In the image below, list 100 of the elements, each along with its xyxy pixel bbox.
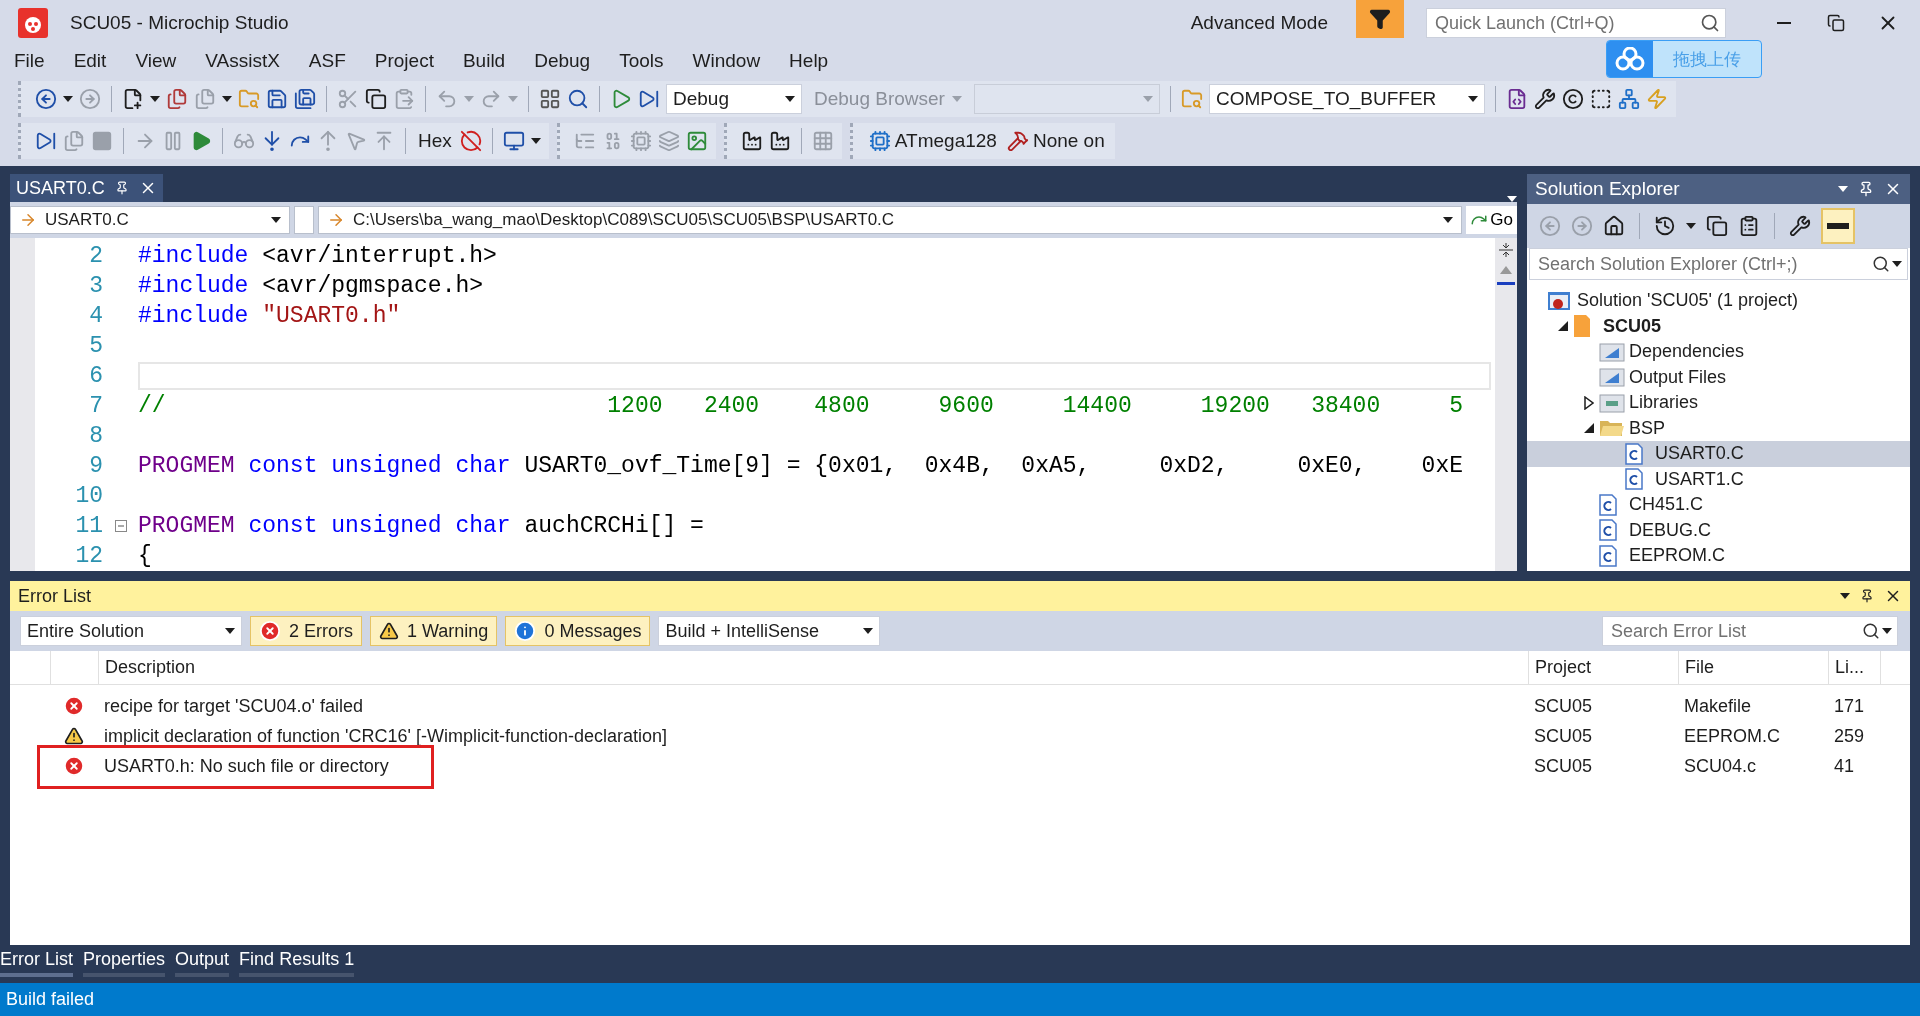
tree-item[interactable]: USART1.C [1527, 466, 1910, 492]
monitor-icon[interactable] [502, 130, 525, 152]
caret-icon [952, 96, 962, 102]
go-button[interactable]: Go [1466, 206, 1517, 234]
bar-icon [1827, 223, 1849, 229]
factory-icon[interactable] [768, 130, 791, 152]
step-icon[interactable] [35, 130, 57, 152]
hammer-icon [1006, 130, 1029, 152]
panel-tab[interactable]: Output [175, 945, 230, 977]
warning-icon [379, 621, 399, 641]
tree-item[interactable]: BSP [1527, 415, 1910, 441]
collapse-triangle-icon[interactable] [1584, 423, 1594, 434]
tree-item[interactable]: CH451.C [1527, 492, 1910, 518]
panel-tab[interactable]: Find Results 1 [239, 945, 355, 977]
file-dropdown[interactable]: USART0.C [10, 206, 290, 234]
filter-toggle[interactable]: 2 Errors [250, 616, 362, 646]
scrollbar[interactable] [1495, 238, 1517, 571]
minimize-icon [1777, 22, 1791, 24]
filter-toggle[interactable]: 0 Messages [505, 616, 651, 646]
caret-icon [1882, 628, 1892, 634]
caret-icon [785, 96, 795, 102]
back-icon[interactable] [35, 88, 57, 110]
pin-icon[interactable] [1858, 181, 1874, 197]
device-button[interactable]: ATmega128 [866, 128, 999, 154]
pin-icon[interactable] [114, 181, 129, 195]
scope-dropdown[interactable]: Entire Solution [20, 616, 242, 646]
search-field[interactable]: Search Error List [1602, 616, 1898, 646]
menu-item[interactable]: ASF [300, 50, 354, 72]
menu-item[interactable]: Tools [611, 50, 672, 72]
tree-item[interactable]: Libraries [1527, 390, 1910, 416]
image-icon[interactable] [685, 130, 708, 152]
sync-button[interactable] [1821, 208, 1855, 244]
menu-item[interactable]: Edit [65, 50, 115, 72]
pin-icon[interactable] [1860, 589, 1874, 603]
configuration-dropdown[interactable]: Debug [666, 84, 802, 114]
panel-tab[interactable]: Properties [83, 945, 166, 977]
collapse-triangle-icon[interactable] [1558, 321, 1568, 332]
tree-item[interactable]: EEPROM.C [1527, 543, 1910, 569]
tool-button[interactable]: None on [1004, 128, 1107, 154]
filter-toggle[interactable]: 1 Warning [370, 616, 498, 646]
menu-item[interactable]: Window [684, 50, 769, 72]
tree-item[interactable]: SCU05 [1527, 313, 1910, 339]
tree-item[interactable]: Solution 'SCU05' (1 project) [1527, 288, 1910, 314]
target-dropdown[interactable]: COMPOSE_TO_BUFFER [1209, 84, 1485, 114]
breakpoint-icon[interactable] [459, 130, 482, 152]
split-icon[interactable] [1499, 242, 1513, 258]
menu-item[interactable]: Build [454, 50, 514, 72]
filter-button[interactable] [1356, 0, 1404, 38]
search-icon[interactable] [1862, 622, 1880, 640]
menu-item[interactable]: Project [366, 50, 442, 72]
factory-icon[interactable] [740, 130, 763, 152]
new-file-icon[interactable] [122, 88, 144, 110]
fold-toggle-icon[interactable] [114, 520, 127, 532]
home-icon[interactable] [1603, 215, 1625, 237]
search-field[interactable]: Search Solution Explorer (Ctrl+;) [1529, 248, 1908, 280]
column-header[interactable]: Description [98, 651, 1528, 684]
wrench-icon[interactable] [1534, 88, 1556, 110]
menu-item[interactable]: File [6, 50, 53, 72]
network-icon[interactable] [1618, 88, 1640, 110]
history-icon[interactable] [1654, 215, 1676, 237]
tree-item[interactable]: Output Files [1527, 364, 1910, 390]
arrow-icon [327, 211, 345, 229]
hex-toggle[interactable]: Hex [416, 128, 454, 154]
save-icon[interactable] [266, 88, 288, 110]
search-icon[interactable] [567, 88, 589, 110]
column-header[interactable]: Project [1528, 651, 1678, 684]
folder-icon [1599, 367, 1625, 388]
line-number: 4 [88, 303, 103, 329]
document-tab[interactable]: USART0.C [10, 174, 163, 202]
file-code-icon[interactable] [1506, 88, 1528, 110]
search-icon[interactable] [1872, 255, 1890, 273]
menu-item[interactable]: Debug [526, 50, 599, 72]
menu-item[interactable]: View [127, 50, 185, 72]
column-header[interactable]: Li... [1828, 651, 1880, 684]
error-description: recipe for target 'SCU04.o' failed [103, 695, 364, 717]
tree-item[interactable]: Dependencies [1527, 339, 1910, 365]
path-dropdown[interactable]: C:\Users\ba_wang_mao\Desktop\C089\SCU05\SCU05\BSP\USART0.C [318, 206, 1463, 234]
tree-item[interactable]: USART0.C [1527, 441, 1910, 467]
menu-item[interactable]: VAssistX [197, 50, 288, 72]
line-number: 8 [88, 423, 103, 449]
copy-icon[interactable] [365, 88, 387, 110]
expand-triangle-icon[interactable] [1584, 395, 1594, 410]
panel-tab[interactable]: Error List [0, 945, 73, 977]
menu-item[interactable]: Help [781, 50, 837, 72]
line-cell-text: 171 [1833, 695, 1866, 717]
grid-icon[interactable] [539, 88, 561, 110]
clipboard-icon[interactable] [1738, 215, 1760, 237]
save-all-icon[interactable] [294, 88, 316, 110]
search-icon[interactable] [1700, 13, 1720, 33]
circle-icon[interactable] [1562, 88, 1584, 110]
square-icon[interactable] [1590, 88, 1612, 110]
chip-icon [868, 130, 891, 152]
tree-item[interactable]: DEBUG.C [1527, 517, 1910, 543]
wrench-icon[interactable] [1789, 215, 1811, 237]
step-icon[interactable] [638, 88, 660, 110]
column-header[interactable]: File [1678, 651, 1828, 684]
quick-launch-field[interactable]: Quick Launch (Ctrl+Q) [1426, 8, 1726, 38]
source-dropdown[interactable]: Build + IntelliSense [658, 616, 881, 646]
code-line: // 1200 2400 4800 9600 14400 19200 38400 5 [138, 392, 1464, 420]
files-icon[interactable] [166, 88, 188, 110]
